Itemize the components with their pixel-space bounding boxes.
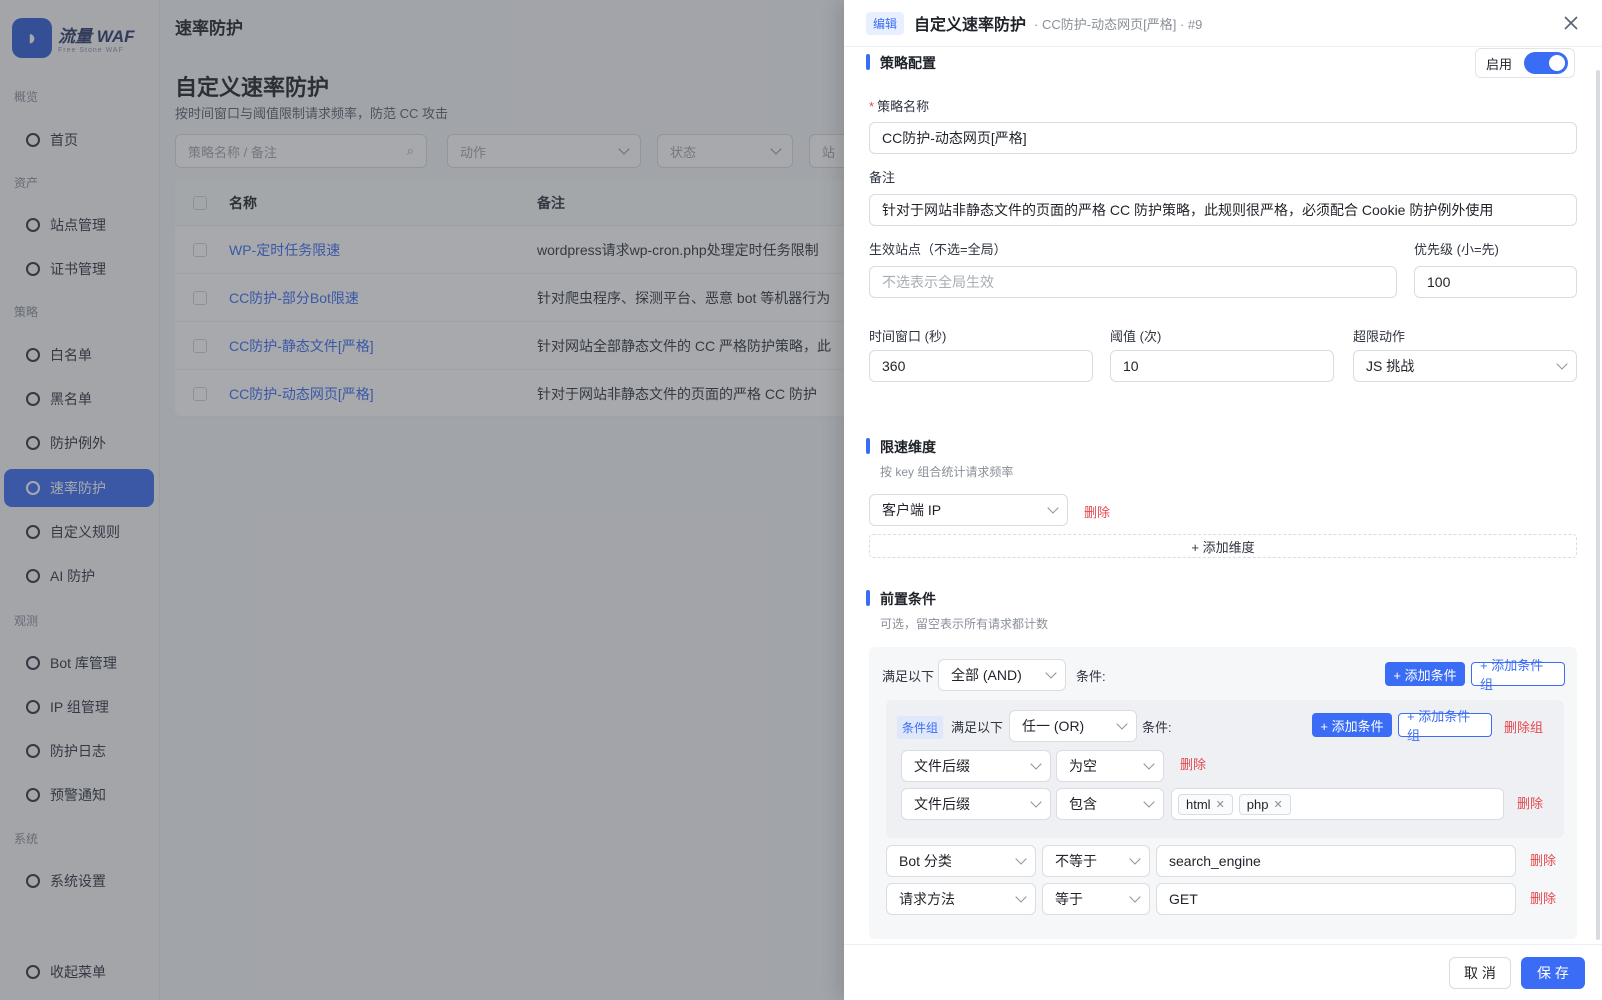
section-title-conditions: 前置条件 (866, 589, 936, 609)
chevron-down-icon (1030, 796, 1042, 808)
conditions-description: 可选，留空表示所有请求都计数 (880, 617, 1049, 631)
delete-condition-button[interactable]: 删除 (1517, 793, 1543, 812)
delete-dimension-button[interactable]: 删除 (1084, 502, 1110, 521)
close-icon[interactable] (1562, 14, 1580, 32)
condition-value-input[interactable]: search_engine (1156, 845, 1516, 877)
remove-tag-icon[interactable]: ✕ (1216, 798, 1225, 811)
chevron-down-icon (1143, 758, 1155, 770)
remove-tag-icon[interactable]: ✕ (1273, 798, 1282, 811)
condition-op-select[interactable]: 不等于 (1042, 845, 1150, 877)
top-logic-select[interactable]: 全部 (AND) (938, 659, 1066, 691)
drawer-scrollbar[interactable] (1596, 70, 1600, 940)
window-label: 时间窗口 (秒) (869, 329, 947, 344)
satisfy-label: 满足以下 (882, 669, 935, 684)
add-dimension-button[interactable]: + 添加维度 (869, 534, 1577, 558)
chevron-down-icon (1116, 718, 1128, 730)
window-input[interactable]: 360 (869, 350, 1093, 382)
condition-group-tag: 条件组 (897, 716, 944, 739)
drawer-title: 自定义速率防护 (914, 17, 1027, 34)
enable-toggle-box: 启用 (1475, 48, 1575, 78)
sites-select[interactable]: 不选表示全局生效 (869, 266, 1397, 298)
name-input[interactable]: CC防护-动态网页[严格] (869, 122, 1577, 154)
group-conditions-suffix: 条件: (1142, 720, 1172, 735)
save-button[interactable]: 保 存 (1521, 957, 1585, 989)
chevron-down-icon (1047, 502, 1059, 514)
cancel-button[interactable]: 取 消 (1449, 957, 1511, 989)
chevron-down-icon (1143, 796, 1155, 808)
name-label: * 策略名称 (869, 99, 930, 114)
modal-overlay[interactable] (0, 0, 844, 1000)
chevron-down-icon (1030, 758, 1042, 770)
edit-drawer: 编辑 自定义速率防护 · CC防护-动态网页[严格] · #9 策略配置 启用 … (844, 0, 1602, 1000)
drawer-body: 策略配置 启用 * 策略名称 CC防护-动态网页[严格] 备注 针对于网站非静态文… (844, 47, 1602, 944)
group-add-condition-button[interactable]: + 添加条件 (1312, 713, 1392, 737)
delete-group-button[interactable]: 删除组 (1504, 717, 1543, 736)
action-label: 超限动作 (1353, 329, 1406, 344)
note-label: 备注 (869, 170, 896, 185)
chevron-down-icon (1556, 358, 1568, 370)
drawer-footer: 取 消 保 存 (844, 944, 1602, 1000)
action-select[interactable]: JS 挑战 (1353, 350, 1577, 382)
section-title-dimension: 限速维度 (866, 437, 936, 457)
chevron-down-icon (1015, 891, 1027, 903)
priority-input[interactable]: 100 (1414, 266, 1577, 298)
sites-label: 生效站点（不选=全局） (869, 242, 1007, 257)
tag-chip: php ✕ (1238, 793, 1291, 815)
threshold-input[interactable]: 10 (1110, 350, 1334, 382)
tag-chip: html ✕ (1178, 793, 1233, 815)
group-cond-op-select[interactable]: 为空 (1056, 750, 1164, 782)
add-condition-button[interactable]: + 添加条件 (1385, 662, 1465, 686)
conditions-suffix: 条件: (1076, 669, 1106, 684)
group-cond-field-select[interactable]: 文件后缀 (901, 750, 1051, 782)
condition-value-input[interactable]: GET (1156, 883, 1516, 915)
drawer-header: 编辑 自定义速率防护 · CC防护-动态网页[严格] · #9 (844, 0, 1602, 47)
delete-condition-button[interactable]: 删除 (1180, 754, 1206, 773)
chevron-down-icon (1129, 853, 1141, 865)
dimension-select[interactable]: 客户端 IP (869, 494, 1068, 526)
group-cond-field-select[interactable]: 文件后缀 (901, 788, 1051, 820)
condition-field-select[interactable]: 请求方法 (886, 883, 1036, 915)
edit-tag: 编辑 (866, 11, 905, 35)
dimension-description: 按 key 组合统计请求频率 (880, 465, 1014, 479)
tags-input[interactable]: html ✕ php ✕ (1171, 788, 1504, 820)
chevron-down-icon (1045, 667, 1057, 679)
delete-condition-button[interactable]: 删除 (1530, 850, 1556, 869)
priority-label: 优先级 (小=先) (1414, 242, 1499, 257)
enable-label: 启用 (1486, 56, 1513, 72)
note-input[interactable]: 针对于网站非静态文件的页面的严格 CC 防护策略，此规则很严格，必须配合 Coo… (869, 194, 1577, 226)
chevron-down-icon (1015, 853, 1027, 865)
drawer-subtitle: · CC防护-动态网页[严格] · #9 (1034, 16, 1203, 32)
group-cond-op-select[interactable]: 包含 (1056, 788, 1164, 820)
chevron-down-icon (1129, 891, 1141, 903)
enable-switch[interactable] (1524, 52, 1569, 74)
condition-field-select[interactable]: Bot 分类 (886, 845, 1036, 877)
group-logic-select[interactable]: 任一 (OR) (1009, 710, 1137, 742)
condition-op-select[interactable]: 等于 (1042, 883, 1150, 915)
delete-condition-button[interactable]: 删除 (1530, 888, 1556, 907)
threshold-label: 阈值 (次) (1110, 329, 1162, 344)
group-satisfy-label: 满足以下 (951, 720, 1004, 735)
section-title-config: 策略配置 (866, 53, 936, 73)
add-condition-group-button[interactable]: + 添加条件组 (1471, 658, 1565, 692)
group-add-condition-group-button[interactable]: + 添加条件组 (1398, 709, 1492, 743)
